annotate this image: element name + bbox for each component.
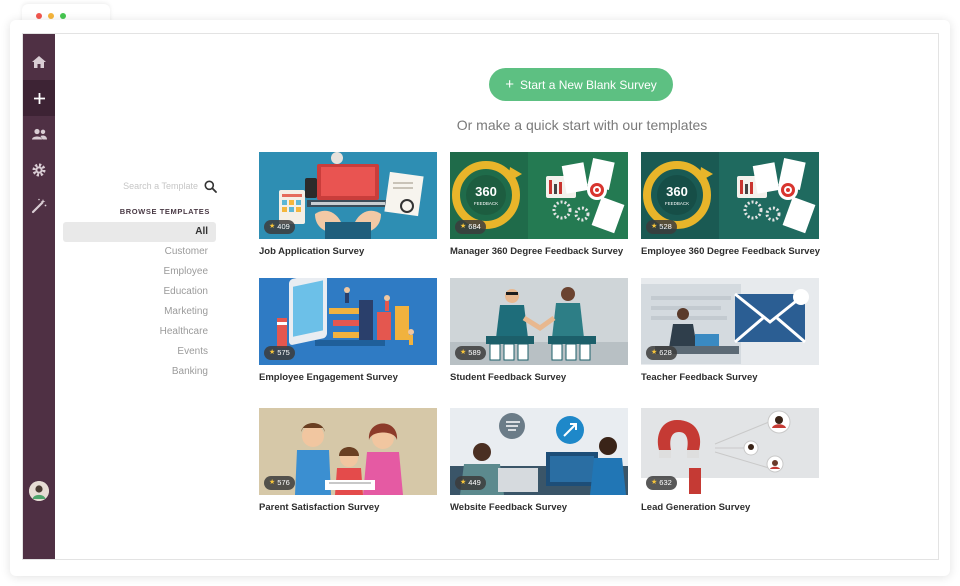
cta-plus-icon: + xyxy=(505,76,515,93)
rail-people-button[interactable] xyxy=(23,116,55,152)
rating-badge: ★ 528 xyxy=(646,220,677,234)
search-icon[interactable] xyxy=(204,180,217,193)
template-title[interactable]: Job Application Survey xyxy=(259,246,437,257)
star-icon: ★ xyxy=(460,479,467,486)
home-icon xyxy=(32,56,46,68)
template-card-employee-engagement[interactable]: ★ 575 Employee Engagement Survey xyxy=(259,278,437,383)
browse-templates-label: BROWSE TEMPLATES xyxy=(119,207,210,216)
template-thumbnail[interactable]: 360 FEEDBACK ★ 528 xyxy=(641,152,819,239)
window-minimize-dot[interactable] xyxy=(48,13,54,19)
template-thumbnail[interactable]: 360 FEEDBACK ★ 684 xyxy=(450,152,628,239)
rail-create-button[interactable] xyxy=(23,80,55,116)
template-title[interactable]: Website Feedback Survey xyxy=(450,502,628,513)
template-card-employee-360[interactable]: 360 FEEDBACK ★ 528 Employee 360 Degree Fe… xyxy=(641,152,820,257)
window-maximize-dot[interactable] xyxy=(60,13,66,19)
rating-badge: ★ 576 xyxy=(264,476,295,490)
rating-badge: ★ 589 xyxy=(455,346,486,360)
template-card-teacher-feedback[interactable]: ★ 628 Teacher Feedback Survey xyxy=(641,278,819,383)
template-thumbnail[interactable]: ★ 409 xyxy=(259,152,437,239)
art-feedback-text: FEEDBACK xyxy=(474,201,498,206)
template-thumbnail[interactable]: ★ 575 xyxy=(259,278,437,365)
window-close-dot[interactable] xyxy=(36,13,42,19)
category-banking[interactable]: Banking xyxy=(63,362,216,382)
template-title[interactable]: Teacher Feedback Survey xyxy=(641,372,819,383)
category-education[interactable]: Education xyxy=(63,282,216,302)
category-marketing[interactable]: Marketing xyxy=(63,302,216,322)
start-blank-survey-button[interactable]: + Start a New Blank Survey xyxy=(489,68,673,101)
magic-wand-icon xyxy=(31,198,47,214)
template-search-input[interactable] xyxy=(112,181,198,191)
rail-home-button[interactable] xyxy=(23,44,55,80)
star-icon: ★ xyxy=(269,349,276,356)
template-card-lead-generation[interactable]: ★ 632 Lead Generation Survey xyxy=(641,408,819,513)
star-icon: ★ xyxy=(651,479,658,486)
people-icon xyxy=(31,128,47,140)
gear-icon xyxy=(32,163,46,177)
category-healthcare[interactable]: Healthcare xyxy=(63,322,216,342)
cta-label: Start a New Blank Survey xyxy=(520,77,657,92)
template-title[interactable]: Employee 360 Degree Feedback Survey xyxy=(641,246,820,257)
rating-badge: ★ 632 xyxy=(646,476,677,490)
template-search[interactable] xyxy=(111,177,217,195)
avatar-icon xyxy=(29,481,49,501)
template-card-student-feedback[interactable]: ★ 589 Student Feedback Survey xyxy=(450,278,628,383)
art-feedback-text: FEEDBACK xyxy=(665,201,689,206)
app-window: + Start a New Blank Survey Or make a qui… xyxy=(22,33,939,560)
template-thumbnail[interactable]: ★ 449 xyxy=(450,408,628,495)
category-events[interactable]: Events xyxy=(63,342,216,362)
template-card-manager-360[interactable]: 360 FEEDBACK ★ 684 Manager 360 Degree Fee… xyxy=(450,152,628,257)
template-title[interactable]: Employee Engagement Survey xyxy=(259,372,437,383)
template-thumbnail[interactable]: ★ 632 xyxy=(641,408,819,495)
category-list: All Customer Employee Education Marketin… xyxy=(63,222,216,382)
template-title[interactable]: Manager 360 Degree Feedback Survey xyxy=(450,246,628,257)
user-avatar[interactable] xyxy=(29,481,49,501)
template-title[interactable]: Parent Satisfaction Survey xyxy=(259,502,437,513)
art-360-text: 360 xyxy=(666,184,688,199)
star-icon: ★ xyxy=(460,349,467,356)
rating-badge: ★ 575 xyxy=(264,346,295,360)
category-employee[interactable]: Employee xyxy=(63,262,216,282)
plus-icon xyxy=(33,92,45,104)
template-thumbnail[interactable]: ★ 628 xyxy=(641,278,819,365)
category-customer[interactable]: Customer xyxy=(63,242,216,262)
template-thumbnail[interactable]: ★ 576 xyxy=(259,408,437,495)
template-card-website-feedback[interactable]: ★ 449 Website Feedback Survey xyxy=(450,408,628,513)
rating-badge: ★ 409 xyxy=(264,220,295,234)
rating-badge: ★ 628 xyxy=(646,346,677,360)
art-360-text: 360 xyxy=(475,184,497,199)
templates-subheading: Or make a quick start with our templates xyxy=(456,117,708,133)
rating-badge: ★ 684 xyxy=(455,220,486,234)
star-icon: ★ xyxy=(269,223,276,230)
template-card-job-application[interactable]: ★ 409 Job Application Survey xyxy=(259,152,437,257)
star-icon: ★ xyxy=(651,223,658,230)
nav-rail xyxy=(23,34,55,559)
template-card-parent-satisfaction[interactable]: ★ 576 Parent Satisfaction Survey xyxy=(259,408,437,513)
star-icon: ★ xyxy=(651,349,658,356)
template-title[interactable]: Student Feedback Survey xyxy=(450,372,628,383)
template-thumbnail[interactable]: ★ 589 xyxy=(450,278,628,365)
rail-settings-button[interactable] xyxy=(23,152,55,188)
star-icon: ★ xyxy=(269,479,276,486)
category-all[interactable]: All xyxy=(63,222,216,242)
rating-badge: ★ 449 xyxy=(455,476,486,490)
rail-magic-button[interactable] xyxy=(23,188,55,224)
template-title[interactable]: Lead Generation Survey xyxy=(641,502,819,513)
star-icon: ★ xyxy=(460,223,467,230)
